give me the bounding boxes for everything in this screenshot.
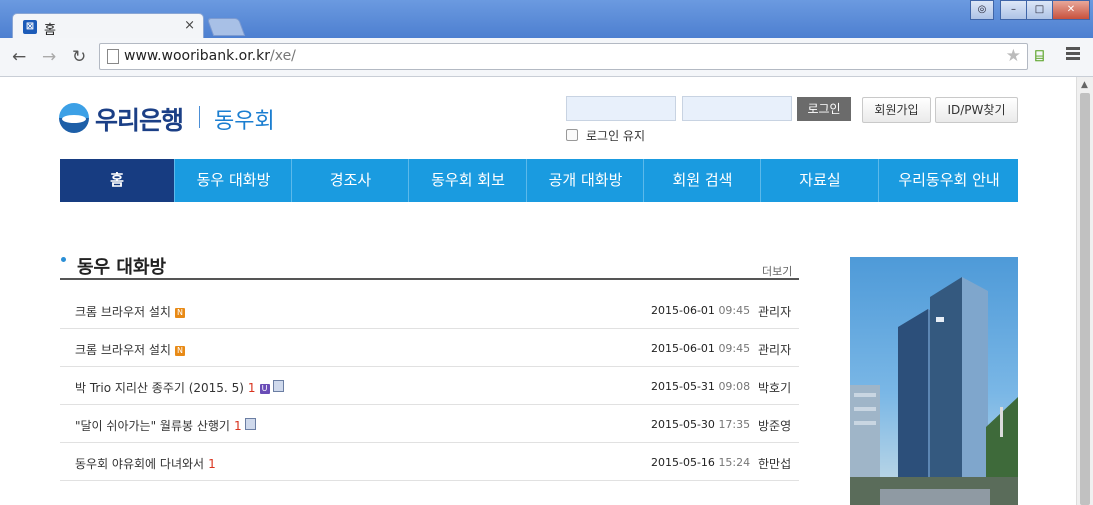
post-datetime: 2015-05-30 17:35 xyxy=(651,418,751,431)
wooribank-favicon-icon: ⊠ xyxy=(23,20,37,34)
board-divider xyxy=(60,278,799,280)
post-author[interactable]: 박호기 xyxy=(758,379,791,396)
tab-title: 홈 xyxy=(44,23,56,38)
back-icon[interactable]: ← xyxy=(12,47,26,67)
nav-item-dongwoo-chat[interactable]: 동우 대화방 xyxy=(174,159,292,202)
keep-login-label: 로그인 유지 xyxy=(586,129,646,143)
new-badge-icon: N xyxy=(174,308,185,318)
join-button[interactable]: 회원가입 xyxy=(862,97,931,123)
vertical-scrollbar[interactable]: ▲ xyxy=(1076,77,1093,505)
forward-icon[interactable]: → xyxy=(42,47,56,67)
post-title[interactable]: "달이 쉬아가는" 월류봉 산행기 xyxy=(75,419,230,433)
find-id-pw-button[interactable]: ID/PW찾기 xyxy=(935,97,1018,123)
nav-item-newsletter[interactable]: 동우회 회보 xyxy=(408,159,527,202)
logo-main-text: 우리은행 xyxy=(95,106,184,135)
logo-sub-text: 동우회 xyxy=(214,109,275,134)
comment-count: 1 xyxy=(208,457,216,471)
new-badge-icon: N xyxy=(174,346,185,356)
scroll-up-icon[interactable]: ▲ xyxy=(1081,80,1088,90)
attachment-icon xyxy=(244,418,256,430)
post-author[interactable]: 관리자 xyxy=(758,303,791,320)
minimize-window-icon[interactable]: – xyxy=(1000,0,1027,20)
main-navigation: 홈 동우 대화방 경조사 동우회 회보 공개 대화방 회원 검색 자료실 우리동… xyxy=(60,159,1018,202)
post-datetime: 2015-05-16 15:24 xyxy=(651,456,751,469)
close-window-icon[interactable]: ✕ xyxy=(1052,0,1090,20)
login-id-input[interactable] xyxy=(566,96,676,121)
login-button[interactable]: 로그인 xyxy=(797,97,851,121)
wooribank-logo-icon xyxy=(59,103,89,133)
post-title[interactable]: 동우회 야유회에 다녀와서 xyxy=(75,457,204,471)
post-title-cell[interactable]: 동우회 야유회에 다녀와서 1 xyxy=(75,455,216,472)
url-text[interactable]: www.wooribank.or.kr/xe/ xyxy=(124,48,296,64)
page-icon xyxy=(107,49,119,64)
nav-item-member-search[interactable]: 회원 검색 xyxy=(643,159,761,202)
maximize-window-icon[interactable]: □ xyxy=(1026,0,1053,20)
nav-item-home[interactable]: 홈 xyxy=(60,159,174,202)
update-badge-icon: U xyxy=(259,384,270,394)
post-title[interactable]: 크롬 브라우저 설치 xyxy=(75,305,171,319)
comment-count: 1 xyxy=(247,381,256,395)
board-title[interactable]: 동우 대화방 xyxy=(77,253,166,279)
post-datetime: 2015-06-01 09:45 xyxy=(651,342,751,355)
nav-item-events[interactable]: 경조사 xyxy=(291,159,409,202)
list-item[interactable]: "달이 쉬아가는" 월류봉 산행기 1 2015-05-30 17:35 방준영 xyxy=(60,405,799,443)
post-author[interactable]: 관리자 xyxy=(758,341,791,358)
post-title-cell[interactable]: 크롬 브라우저 설치 N xyxy=(75,341,185,358)
comment-count: 1 xyxy=(233,419,242,433)
post-title[interactable]: 크롬 브라우저 설치 xyxy=(75,343,171,357)
attachment-icon xyxy=(272,380,284,392)
list-item[interactable]: 크롬 브라우저 설치 N 2015-06-01 09:45 관리자 xyxy=(60,329,799,367)
list-item[interactable]: 동우회 야유회에 다녀와서 1 2015-05-16 15:24 한만섭 xyxy=(60,443,799,481)
post-title-cell[interactable]: 박 Trio 지리산 종주기 (2015. 5) 1 U xyxy=(75,379,284,396)
nav-item-public-chat[interactable]: 공개 대화방 xyxy=(526,159,644,202)
post-datetime: 2015-06-01 09:45 xyxy=(651,304,751,317)
building-banner-image[interactable] xyxy=(850,257,1018,505)
post-title-cell[interactable]: "달이 쉬아가는" 월류봉 산행기 1 xyxy=(75,417,256,434)
post-author[interactable]: 방준영 xyxy=(758,417,791,434)
browser-menu-icon[interactable] xyxy=(1066,47,1080,62)
building-illustration xyxy=(850,277,1018,505)
nav-item-archive[interactable]: 자료실 xyxy=(760,159,879,202)
extension-icon[interactable]: ⌸ xyxy=(1035,47,1044,65)
login-password-input[interactable] xyxy=(682,96,792,121)
post-author[interactable]: 한만섭 xyxy=(758,455,791,472)
post-title[interactable]: 박 Trio 지리산 종주기 (2015. 5) xyxy=(75,381,244,395)
scrollbar-thumb[interactable] xyxy=(1080,93,1090,505)
browser-titlebar: ⊠ 홈 × ◎ – □ ✕ xyxy=(0,0,1093,40)
page-content: 우리은행 동우회 로그인 회원가입 ID/PW찾기 로그인 유지 홈 동우 대화… xyxy=(0,77,1076,505)
profile-icon[interactable]: ◎ xyxy=(970,0,994,20)
keep-login-checkbox[interactable] xyxy=(566,129,578,141)
section-bullet xyxy=(61,257,66,262)
tab-close-icon[interactable]: × xyxy=(184,18,195,33)
nav-item-about[interactable]: 우리동우회 안내 xyxy=(878,159,1019,202)
post-datetime: 2015-05-31 09:08 xyxy=(651,380,751,393)
bookmark-star-icon[interactable]: ★ xyxy=(1006,46,1021,66)
address-bar[interactable]: www.wooribank.or.kr/xe/ ★ xyxy=(99,43,1028,70)
more-link[interactable]: 더보기 xyxy=(762,263,792,279)
browser-tab-home[interactable]: ⊠ 홈 × xyxy=(12,13,204,40)
list-item[interactable]: 박 Trio 지리산 종주기 (2015. 5) 1 U 2015-05-31 09… xyxy=(60,367,799,405)
logo-divider xyxy=(199,106,200,128)
reload-icon[interactable]: ↻ xyxy=(72,47,86,67)
post-title-cell[interactable]: 크롬 브라우저 설치 N xyxy=(75,303,185,320)
browser-toolbar: ← → ↻ www.wooribank.or.kr/xe/ ★ ⌸ xyxy=(0,38,1093,77)
new-tab-button[interactable] xyxy=(206,18,246,36)
list-item[interactable]: 크롬 브라우저 설치 N 2015-06-01 09:45 관리자 xyxy=(60,291,799,329)
